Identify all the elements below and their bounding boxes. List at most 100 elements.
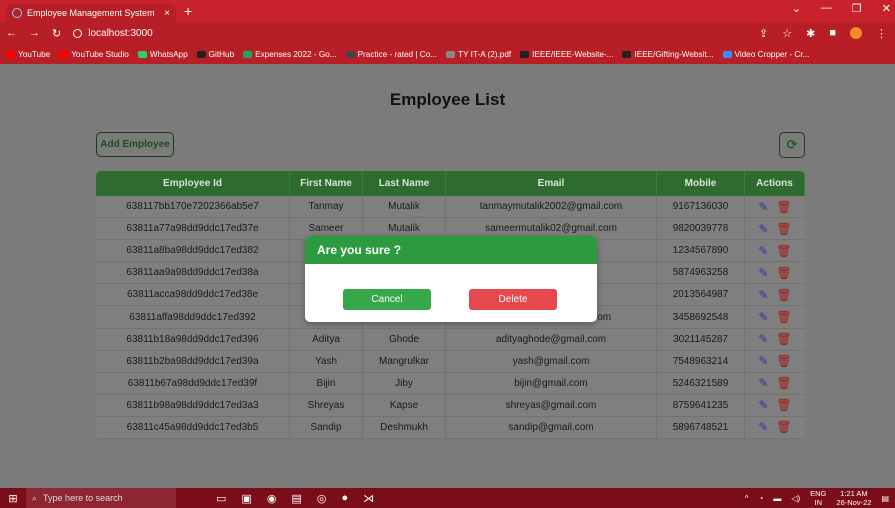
cell-email: sandip@gmail.com bbox=[446, 416, 657, 439]
info-icon bbox=[73, 28, 83, 38]
trash-icon[interactable]: 🗑 bbox=[776, 354, 791, 368]
edit-icon[interactable]: ✎ bbox=[758, 332, 768, 346]
chevron-down-icon[interactable]: ⌄ bbox=[792, 2, 801, 15]
cell-actions: ✎ 🗑 bbox=[745, 373, 805, 394]
edit-icon[interactable]: ✎ bbox=[758, 244, 768, 258]
cell-employee-id: 63811b98a98dd9ddc17ed3a3 bbox=[96, 394, 290, 416]
cell-mobile: 5246321589 bbox=[657, 372, 745, 394]
browser-tab-bar: Employee Management System × + ⌄ — ❐ ✕ bbox=[0, 0, 895, 22]
header-mobile: Mobile bbox=[657, 171, 745, 196]
bookmark-item[interactable]: YouTube bbox=[6, 50, 50, 59]
minimize-icon[interactable]: — bbox=[821, 2, 832, 15]
bookmark-item[interactable]: TY IT-A (2).pdf bbox=[446, 50, 511, 59]
share-icon[interactable]: ⇪ bbox=[759, 27, 768, 40]
language-indicator[interactable]: ENG IN bbox=[810, 489, 826, 507]
bookmark-item[interactable]: YouTube Studio bbox=[59, 50, 129, 59]
forward-icon[interactable]: → bbox=[29, 27, 40, 39]
trash-icon[interactable]: 🗑 bbox=[776, 222, 791, 236]
chrome-icon[interactable]: ◎ bbox=[317, 492, 327, 505]
bookmark-item[interactable]: IEEE/IEEE-Website-... bbox=[520, 50, 613, 59]
dialog-body: Cancel Delete bbox=[305, 264, 597, 322]
trash-icon[interactable]: 🗑 bbox=[776, 398, 791, 412]
task-view-icon[interactable]: ▭ bbox=[216, 492, 226, 505]
bookmark-item[interactable]: Expenses 2022 - Go... bbox=[243, 50, 337, 59]
menu-icon[interactable]: ⋮ bbox=[876, 27, 887, 40]
cell-employee-id: 63811b2ba98dd9ddc17ed39a bbox=[96, 350, 290, 372]
new-tab-button[interactable]: + bbox=[184, 2, 192, 22]
volume-icon[interactable]: ◁) bbox=[791, 494, 800, 503]
edit-icon[interactable]: ✎ bbox=[758, 420, 768, 434]
trash-icon[interactable]: 🗑 bbox=[776, 332, 791, 346]
cell-actions: ✎ 🗑 bbox=[745, 196, 805, 217]
trash-icon[interactable]: 🗑 bbox=[776, 376, 791, 390]
edit-icon[interactable]: ✎ bbox=[758, 288, 768, 302]
bookmark-item[interactable]: Practice - rated | Co... bbox=[345, 50, 437, 59]
cell-email: shreyas@gmail.com bbox=[446, 394, 657, 416]
app-icon[interactable]: ● bbox=[341, 492, 348, 504]
clock[interactable]: 1:21 AM 26-Nov-22 bbox=[836, 489, 871, 507]
edit-icon[interactable]: ✎ bbox=[758, 222, 768, 236]
edge-icon[interactable]: ◉ bbox=[267, 492, 277, 505]
battery-icon[interactable]: ▬ bbox=[773, 494, 781, 503]
edit-icon[interactable]: ✎ bbox=[758, 354, 768, 368]
bookmark-favicon-icon bbox=[722, 50, 732, 58]
sidebar-icon[interactable]: ■ bbox=[829, 27, 836, 39]
bookmark-item[interactable]: WhatsApp bbox=[137, 50, 188, 59]
taskbar-search[interactable]: ⌕ Type here to search bbox=[26, 488, 176, 508]
windows-start-icon[interactable]: ⊞ bbox=[0, 492, 26, 505]
bookmark-item[interactable]: IEEE/Gifting-Websit... bbox=[622, 49, 714, 59]
react-icon bbox=[12, 8, 22, 18]
close-window-icon[interactable]: ✕ bbox=[882, 2, 891, 15]
browser-tab[interactable]: Employee Management System × bbox=[6, 4, 176, 22]
edit-icon[interactable]: ✎ bbox=[758, 376, 768, 390]
maximize-icon[interactable]: ❐ bbox=[852, 2, 862, 15]
notification-icon[interactable]: ▤ bbox=[881, 494, 889, 503]
bookmark-favicon-icon bbox=[59, 50, 69, 58]
bookmark-label: YouTube Studio bbox=[71, 49, 129, 59]
header-employee-id: Employee Id bbox=[96, 171, 290, 196]
cell-employee-id: 63811a77a98dd9ddc17ed37e bbox=[96, 218, 290, 240]
cell-mobile: 5874963258 bbox=[657, 262, 745, 284]
bookmark-item[interactable]: Video Cropper - Cr... bbox=[722, 49, 810, 59]
trash-icon[interactable]: 🗑 bbox=[776, 244, 791, 258]
reload-icon[interactable]: ↻ bbox=[52, 27, 61, 40]
extensions-icon[interactable]: ✱ bbox=[806, 27, 815, 40]
store-icon[interactable]: ▣ bbox=[241, 492, 251, 505]
cell-email: yash@gmail.com bbox=[446, 350, 657, 372]
cell-email: tanmaymutalik2002@gmail.com bbox=[446, 196, 657, 218]
cell-employee-id: 63811affa98dd9ddc17ed392 bbox=[96, 306, 290, 328]
cell-mobile: 7548963214 bbox=[657, 350, 745, 372]
star-icon[interactable]: ☆ bbox=[782, 27, 792, 40]
tab-close-icon[interactable]: × bbox=[164, 8, 170, 19]
back-icon[interactable]: ← bbox=[6, 27, 17, 39]
network-icon[interactable]: ◔ bbox=[758, 494, 763, 503]
cancel-button[interactable]: Cancel bbox=[343, 289, 431, 310]
add-employee-button[interactable]: Add Employee bbox=[96, 132, 174, 157]
tray-chevron-icon[interactable]: ^ bbox=[745, 494, 749, 503]
refresh-button[interactable]: ⟳ bbox=[779, 132, 805, 158]
tab-title: Employee Management System bbox=[27, 8, 155, 18]
edit-icon[interactable]: ✎ bbox=[758, 266, 768, 280]
trash-icon[interactable]: 🗑 bbox=[776, 266, 791, 280]
edit-icon[interactable]: ✎ bbox=[758, 310, 768, 324]
bookmark-label: Video Cropper - Cr... bbox=[734, 49, 810, 59]
cell-employee-id: 63811b18a98dd9ddc17ed396 bbox=[96, 328, 290, 350]
bookmark-label: GitHub bbox=[208, 49, 235, 59]
vscode-icon[interactable]: ⋊ bbox=[363, 492, 374, 505]
cell-mobile: 9167136030 bbox=[657, 196, 745, 218]
cell-actions: ✎ 🗑 bbox=[745, 329, 805, 350]
trash-icon[interactable]: 🗑 bbox=[776, 200, 791, 214]
file-explorer-icon[interactable]: ▤ bbox=[291, 492, 301, 505]
url-field[interactable]: localhost:3000 bbox=[73, 28, 153, 39]
bookmark-label: IEEE/Gifting-Websit... bbox=[634, 49, 714, 59]
delete-button[interactable]: Delete bbox=[469, 289, 557, 310]
edit-icon[interactable]: ✎ bbox=[758, 200, 768, 214]
trash-icon[interactable]: 🗑 bbox=[776, 310, 791, 324]
search-icon: ⌕ bbox=[32, 492, 38, 503]
profile-avatar[interactable] bbox=[850, 27, 862, 39]
edit-icon[interactable]: ✎ bbox=[758, 398, 768, 412]
trash-icon[interactable]: 🗑 bbox=[776, 420, 791, 434]
trash-icon[interactable]: 🗑 bbox=[776, 288, 791, 302]
bookmark-favicon-icon bbox=[520, 50, 530, 58]
bookmark-item[interactable]: GitHub bbox=[196, 49, 235, 59]
